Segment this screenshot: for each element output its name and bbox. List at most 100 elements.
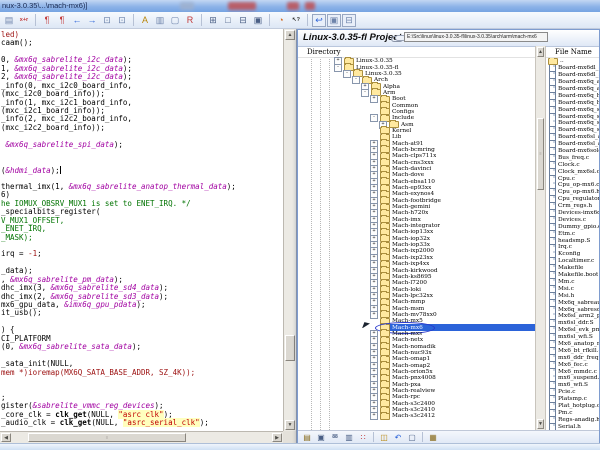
lookup-references-icon[interactable]: A — [138, 14, 152, 27]
file-item[interactable]: Cpu_regulator-mx6.c — [546, 196, 599, 203]
directory-tree-pane[interactable]: Directory +Linux-3.0.35-Linux-3.0.35-fl-… — [298, 46, 535, 430]
go-back-boxed-icon[interactable]: ↩ — [312, 14, 326, 27]
replace-icon[interactable]: x+r — [17, 14, 31, 27]
code-area[interactable]: led)caam(); 0, &mx6q_sabrelite_i2c_data)… — [1, 29, 283, 431]
tile-windows-icon[interactable]: ⊞ — [206, 14, 220, 27]
file-item[interactable]: mx6sl_wfi.S — [546, 334, 599, 341]
file-item[interactable]: mx6_ddr_freq.S — [546, 354, 599, 361]
file-item[interactable]: Clock.c — [546, 161, 599, 168]
cascade-windows-icon[interactable]: ▣ — [251, 14, 265, 27]
file-item[interactable]: Bus_freq.c — [546, 154, 599, 161]
play-macro-icon[interactable]: ◔ — [274, 14, 288, 27]
file-item[interactable]: Pcie.c — [546, 389, 599, 396]
symbol-window-icon[interactable]: ▥ — [153, 14, 167, 27]
scroll-up-arrow-icon[interactable]: ▲ — [285, 30, 295, 40]
file-item[interactable]: Board-mx6sl_arm2.h — [546, 141, 599, 148]
open-project-icon[interactable]: ◫ — [378, 432, 390, 443]
file-item[interactable]: Regs-anadig.h — [546, 416, 599, 423]
file-item[interactable]: Msi.h — [546, 292, 599, 299]
next-window-icon[interactable]: ⊡ — [115, 14, 129, 27]
indent-right-icon[interactable]: ¶ — [55, 14, 69, 27]
paste-icon[interactable]: ▤ — [2, 14, 16, 27]
file-list-pane[interactable]: File Name ..Board-mx6dl_arm2.hBoard-mx6d… — [546, 46, 599, 430]
scroll-down-arrow-icon[interactable]: ▼ — [537, 419, 544, 429]
briefcase-icon[interactable]: ▦ — [427, 432, 439, 443]
file-item[interactable]: Cpu.c — [546, 175, 599, 182]
file-item[interactable]: Cpu_op-mx6.c — [546, 182, 599, 189]
file-item[interactable]: Board-mx6q_sabreauto.h — [546, 113, 599, 120]
file-item[interactable]: Board-mx6q_sabreauto.c — [546, 106, 599, 113]
tree-vertical-scrollbar[interactable]: ▲ ≡ ▼ — [535, 46, 546, 430]
file-item[interactable]: Crm_regs.h — [546, 203, 599, 210]
file-item[interactable]: Mx6q_sabresd_pmic_pfuze100.c — [546, 306, 599, 313]
tree-item-mach-s3c2412[interactable]: +Mach-s3c2412 — [298, 413, 535, 419]
project-window[interactable]: Linux-3.0.35-fl Project E:\Src\linux\lin… — [297, 29, 600, 444]
file-item[interactable]: Board-mx6q_hdmidongle.c — [546, 92, 599, 99]
back-arrow-icon[interactable]: ← — [70, 14, 84, 27]
context-help-icon[interactable]: ↖? — [289, 14, 303, 27]
vertical-scroll-thumb[interactable] — [285, 335, 295, 361]
file-item[interactable]: .. — [546, 58, 599, 65]
split-window-icon[interactable]: ⊟ — [236, 14, 250, 27]
file-item[interactable]: Mx6_fec.c — [546, 361, 599, 368]
file-item[interactable]: Board-mx6sl_arm2.c — [546, 134, 599, 141]
directory-tree[interactable]: +Linux-3.0.35-Linux-3.0.35-fl-Linux-3.0.… — [298, 58, 535, 420]
file-item[interactable]: Serial.h — [546, 423, 599, 430]
resync-icon[interactable]: ↶ — [392, 432, 404, 443]
file-item[interactable]: Board-mx6q_arm2.h — [546, 86, 599, 93]
file-item[interactable]: Mx6sl_arm2_pmic_pfuze100.c — [546, 313, 599, 320]
project-window-toggle-icon[interactable]: ⊟ — [342, 14, 356, 27]
file-item[interactable]: mx6_suspend.S — [546, 375, 599, 382]
file-item[interactable]: Plat_hotplug.c — [546, 403, 599, 410]
file-item[interactable]: Dummy_gpio.c — [546, 223, 599, 230]
file-item[interactable]: Board-mx6q_arm2.c — [546, 79, 599, 86]
browse-files-icon[interactable]: ▢ — [168, 14, 182, 27]
file-item[interactable]: Board-mx6dl_sabresd.h — [546, 72, 599, 79]
file-item[interactable]: Cpu_op-mx6.h — [546, 189, 599, 196]
project-view-icon[interactable]: ▣ — [315, 432, 327, 443]
file-item[interactable]: mx6sl_ddr.S — [546, 320, 599, 327]
full-window-icon[interactable]: □ — [221, 14, 235, 27]
editor-vertical-scrollbar[interactable]: ▲ ▼ — [283, 29, 296, 431]
indent-left-icon[interactable]: ¶ — [40, 14, 54, 27]
file-item[interactable]: Board-mx6q_sabresd.c — [546, 127, 599, 134]
file-item[interactable]: Platsmp.c — [546, 396, 599, 403]
file-item[interactable]: mx6_wfi.S — [546, 382, 599, 389]
file-item[interactable]: Devices-imx6q.h — [546, 210, 599, 217]
file-list-view-icon[interactable]: ▥ — [343, 432, 355, 443]
new-document-icon[interactable]: ▢ — [406, 432, 418, 443]
file-list[interactable]: ..Board-mx6dl_arm2.hBoard-mx6dl_sabresd.… — [546, 58, 599, 430]
scroll-down-arrow-icon[interactable]: ▼ — [285, 420, 295, 430]
tree-scroll-thumb[interactable]: ≡ — [537, 118, 544, 190]
file-item[interactable]: Mm.c — [546, 279, 599, 286]
file-item[interactable]: Localtimer.c — [546, 258, 599, 265]
file-item[interactable]: Makefile — [546, 265, 599, 272]
file-item[interactable]: Board-mx6dl_arm2.h — [546, 65, 599, 72]
mixed-view-icon[interactable]: ∷ — [357, 432, 369, 443]
forward-arrow-icon[interactable]: → — [85, 14, 99, 27]
file-item[interactable]: Clock_mx6sl.c — [546, 168, 599, 175]
editor-horizontal-scrollbar[interactable]: ◀ ≡ ▶ — [0, 431, 283, 443]
file-item[interactable]: Mx6q_sabreauto_pmic_pfuze100.c — [546, 299, 599, 306]
file-item[interactable]: Kconfig — [546, 251, 599, 258]
file-item[interactable]: Mx6_bt_rfkill.c — [546, 347, 599, 354]
file-item[interactable]: Irq.c — [546, 244, 599, 251]
activate-window-boxed-icon[interactable]: ▣ — [327, 14, 341, 27]
horizontal-scroll-thumb[interactable]: ≡ — [28, 433, 186, 442]
file-item[interactable]: Devices.c — [546, 216, 599, 223]
file-item[interactable]: Board-mx6q_hdmidongle.h — [546, 99, 599, 106]
file-item[interactable]: Etm.c — [546, 230, 599, 237]
file-item[interactable]: Board-mx6solo_sabreauto.h — [546, 148, 599, 155]
sync-files-icon[interactable]: ▤ — [301, 432, 313, 443]
file-item[interactable]: Makefile.boot — [546, 272, 599, 279]
relation-window-icon[interactable]: R — [183, 14, 197, 27]
source-editor-window[interactable]: led)caam(); 0, &mx6q_sabrelite_i2c_data)… — [0, 29, 297, 443]
file-item[interactable]: Msi.c — [546, 285, 599, 292]
scroll-left-arrow-icon[interactable]: ◀ — [1, 433, 11, 442]
prev-window-icon[interactable]: ⊡ — [100, 14, 114, 27]
file-item[interactable]: Pm.c — [546, 409, 599, 416]
file-item[interactable]: Mx6_anatop_regulator.c — [546, 341, 599, 348]
file-item[interactable]: Mx6sl_evk_pmic_pfuze100.c — [546, 327, 599, 334]
file-item[interactable]: headsmp.S — [546, 237, 599, 244]
file-item[interactable]: Mx6_mmdc.c — [546, 368, 599, 375]
